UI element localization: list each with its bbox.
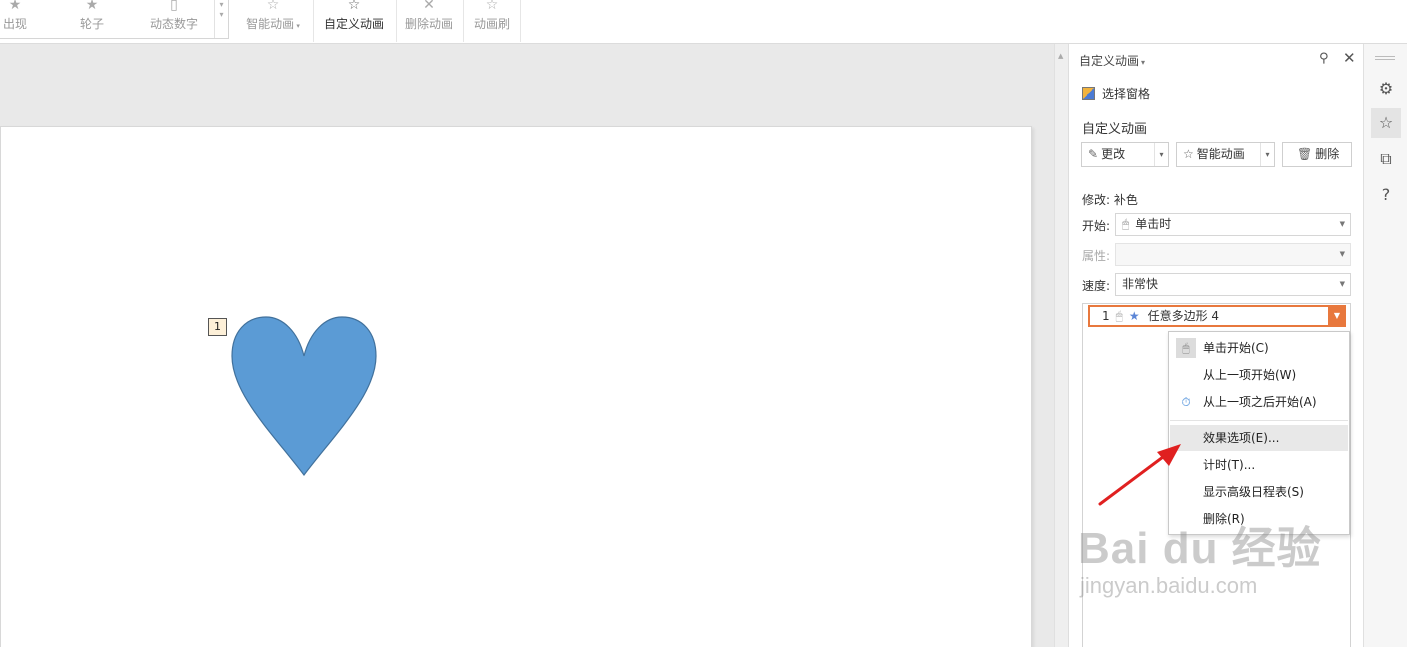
start-label: 开始: (1082, 219, 1111, 233)
watermark: Bai du 经验 jingyan.baidu.com (1078, 524, 1322, 599)
chevron-down-icon[interactable]: ▾ (1154, 143, 1168, 166)
list-item[interactable]: 1 🖱 ★ 任意多边形 4 ▼ (1088, 305, 1346, 327)
menu-item-advanced-timeline[interactable]: 显示高级日程表(S) (1170, 479, 1348, 505)
custom-animation-icon: ☆ (347, 0, 361, 13)
grip-icon (1375, 56, 1395, 60)
delete-animation-icon: ✕ (423, 0, 435, 13)
animation-painter-icon: ☆ (485, 0, 499, 13)
animation-order-tag[interactable]: 1 (208, 318, 227, 336)
mouse-icon: 🖱 (1176, 338, 1196, 358)
chevron-down-icon: ▼ (1339, 280, 1345, 288)
pane-title[interactable]: 自定义动画 ▾ (1079, 52, 1145, 69)
item-dropdown-button[interactable]: ▼ (1328, 305, 1346, 327)
slide-canvas[interactable] (0, 126, 1032, 647)
chevron-down-icon: ▼ (1339, 250, 1345, 258)
mouse-icon: 🖱 (1122, 217, 1130, 231)
menu-item-timing[interactable]: 计时(T)... (1170, 452, 1348, 478)
smart-animation-dropdown[interactable]: ☆ 智能动画 ▾ (1176, 142, 1275, 167)
wheel-icon: ★ (85, 0, 99, 13)
menu-item-start-with-previous[interactable]: 从上一项开始(W) (1170, 362, 1348, 388)
ribbon-divider (520, 0, 521, 42)
star-icon: ★ (1128, 309, 1140, 323)
right-toolbar: ⚙ ☆ ⧉ ? (1363, 44, 1407, 647)
ribbon-divider (396, 0, 397, 42)
number-icon: ▯ (170, 0, 178, 13)
delete-button[interactable]: 🗑 删除 (1282, 142, 1352, 167)
appear-icon: ★ (8, 0, 22, 13)
select-pane-link[interactable]: 选择窗格 (1082, 85, 1150, 102)
speed-label: 速度: (1082, 279, 1111, 293)
animation-gallery: ★ 出现 ★ 轮子 ▯ 动态数字 ▾ ▾ (0, 0, 229, 39)
modify-label: 修改: 补色 (1082, 193, 1138, 207)
gallery-item-appear[interactable]: ★ 出现 (0, 0, 40, 40)
section-title: 自定义动画 (1082, 122, 1148, 137)
gallery-scroll[interactable]: ▾ ▾ (214, 0, 228, 38)
chevron-down-icon[interactable]: ▾ (1260, 143, 1274, 166)
chevron-down-icon: ▼ (1339, 220, 1345, 228)
ribbon-divider (313, 0, 314, 42)
heart-shape[interactable] (228, 314, 380, 478)
clock-icon: ⏱ (1181, 395, 1191, 409)
start-select[interactable]: 🖱 单击时 ▼ (1115, 213, 1351, 236)
annotation-arrow (1098, 444, 1181, 506)
smart-animation-icon: ☆ (266, 0, 280, 13)
slide-switch-icon[interactable]: ⧉ (1371, 144, 1401, 174)
speed-select[interactable]: 非常快 ▼ (1115, 273, 1351, 296)
scroll-up-icon[interactable]: ▲ (1058, 52, 1063, 60)
menu-item-start-on-click[interactable]: 🖱 单击开始(C) (1170, 335, 1348, 361)
property-label: 属性: (1082, 249, 1111, 263)
ribbon: ★ 出现 ★ 轮子 ▯ 动态数字 ▾ ▾ ☆ 智能动画 ▾ ☆ 自定义动画 ✕ 删… (0, 0, 1407, 44)
help-icon[interactable]: ? (1371, 180, 1401, 210)
menu-divider (1170, 420, 1348, 421)
mouse-icon: 🖱 (1115, 309, 1123, 323)
context-menu: 🖱 单击开始(C) 从上一项开始(W) ⏱ 从上一项之后开始(A) 效果选项(E).… (1168, 331, 1350, 535)
close-icon[interactable]: ✕ (1343, 49, 1356, 67)
gallery-item-dynamic-number[interactable]: ▯ 动态数字 (140, 0, 208, 40)
trash-icon: 🗑 (1297, 147, 1313, 161)
pane-scrollbar[interactable]: ▲ (1054, 44, 1068, 647)
custom-animation-button[interactable]: ☆ 自定义动画 (318, 0, 390, 40)
sliders-icon[interactable]: ⚙ (1371, 74, 1401, 104)
star-icon: ☆ (1183, 147, 1194, 161)
gallery-item-wheel[interactable]: ★ 轮子 (67, 0, 117, 40)
pencil-icon: ✎ (1088, 147, 1099, 161)
property-select[interactable]: ▼ (1115, 243, 1351, 266)
delete-animation-button[interactable]: ✕ 删除动画 (400, 0, 458, 40)
animation-painter-button[interactable]: ☆ 动画刷 (467, 0, 517, 40)
smart-animation-button[interactable]: ☆ 智能动画 ▾ (238, 0, 308, 40)
ribbon-divider (463, 0, 464, 42)
menu-item-effect-options[interactable]: 效果选项(E)... (1170, 425, 1348, 451)
pin-icon[interactable]: ⚲ (1319, 51, 1329, 66)
change-button[interactable]: ✎ 更改 ▾ (1081, 142, 1169, 167)
menu-item-start-after-previous[interactable]: ⏱ 从上一项之后开始(A) (1170, 389, 1348, 415)
star-animation-icon[interactable]: ☆ (1371, 108, 1401, 138)
select-pane-icon (1082, 87, 1095, 100)
